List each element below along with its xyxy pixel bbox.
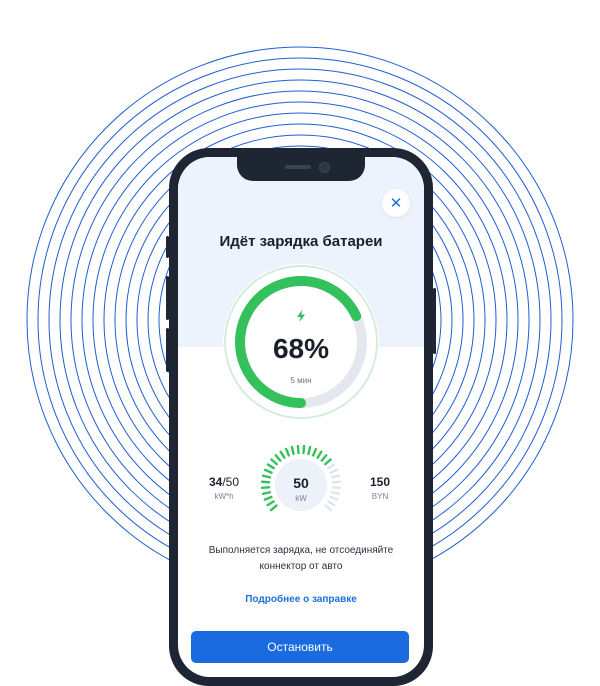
phone-side-button xyxy=(166,328,169,372)
speed-tick xyxy=(327,463,336,470)
speed-tick xyxy=(296,445,300,455)
camera-icon xyxy=(319,162,330,173)
speed-tick xyxy=(329,495,339,501)
speed-tick xyxy=(331,486,342,490)
speed-tick xyxy=(266,463,275,470)
speed-tick xyxy=(269,504,278,512)
cost-value: 150 xyxy=(369,475,391,489)
speed-tick xyxy=(302,445,306,455)
speed-tick xyxy=(330,474,341,479)
close-icon: ✕ xyxy=(389,195,403,212)
cost-stat: 150 BYN xyxy=(350,475,410,501)
speed-tick xyxy=(330,491,341,496)
speed-tick xyxy=(261,474,272,479)
speed-tick xyxy=(274,454,282,462)
details-link[interactable]: Подробнее о заправке xyxy=(178,594,424,605)
phone-side-button xyxy=(166,276,169,320)
stop-button[interactable]: Остановить xyxy=(191,631,409,663)
speed-tick xyxy=(324,458,332,466)
speed-tick xyxy=(260,480,271,484)
cost-unit: BYN xyxy=(371,492,389,501)
speed-tick xyxy=(290,445,295,456)
speed-tick xyxy=(331,480,342,484)
speed-tick xyxy=(316,450,323,459)
app-screen: ✕ Идёт зарядка батареи 68% 5 мин 34/50 k… xyxy=(178,157,424,677)
speed-tick xyxy=(260,486,271,490)
power-value: 50 xyxy=(293,475,309,491)
charging-message-line: коннектор от авто xyxy=(259,561,343,572)
speaker-grille xyxy=(285,165,311,169)
speed-tick xyxy=(270,458,278,466)
time-remaining: 5 мин xyxy=(290,376,312,385)
speed-tick xyxy=(312,447,318,457)
energy-unit: kW*h xyxy=(214,492,234,501)
speed-tick xyxy=(324,504,333,512)
speed-tick xyxy=(307,445,312,456)
speed-tick xyxy=(279,450,286,459)
speed-tick xyxy=(329,468,339,474)
phone-frame: ✕ Идёт зарядка батареи 68% 5 мин 34/50 k… xyxy=(166,148,436,686)
speed-tick xyxy=(261,491,272,496)
power-unit: kW xyxy=(295,494,307,503)
charge-percent: 68% xyxy=(272,333,330,364)
phone-side-button xyxy=(433,288,436,354)
charging-message-line: Выполняется зарядка, не отсоединяйте xyxy=(208,545,394,556)
energy-value: 34/50 xyxy=(208,475,240,489)
speed-tick xyxy=(320,454,328,462)
charging-message: Выполняется зарядка, не отсоединяйте кон… xyxy=(178,543,424,575)
phone-notch xyxy=(237,157,365,181)
lightning-icon xyxy=(297,310,305,322)
power-stat: 50 kW xyxy=(271,475,331,503)
speed-tick xyxy=(263,468,273,474)
phone-side-button xyxy=(166,236,169,258)
energy-stat: 34/50 kW*h xyxy=(194,475,254,501)
close-button[interactable]: ✕ xyxy=(382,189,410,217)
page-title: Идёт зарядка батареи xyxy=(219,233,383,250)
speed-tick xyxy=(284,447,290,457)
